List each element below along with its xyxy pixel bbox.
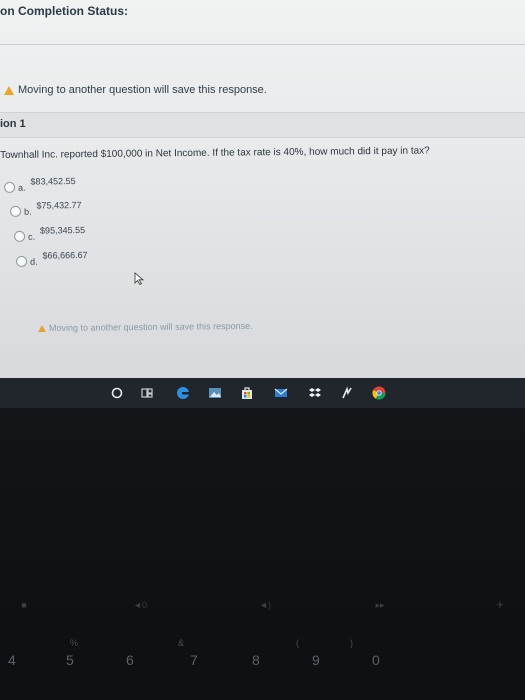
divider — [0, 44, 525, 45]
function-key: ▸▸ — [375, 600, 385, 610]
answer-option-a[interactable]: a. $83,452.55 — [4, 176, 76, 193]
save-warning-top: Moving to another question will save thi… — [4, 84, 267, 96]
task-view-icon[interactable] — [140, 386, 154, 400]
windows-taskbar — [0, 378, 525, 408]
function-key: ■ — [21, 600, 27, 610]
save-warning-bottom: Moving to another question will save thi… — [37, 320, 253, 334]
answer-option-c[interactable]: c. $95,345.55 — [14, 225, 85, 242]
dropbox-icon[interactable] — [308, 386, 322, 400]
keyboard-key: 5 — [66, 652, 74, 668]
option-letter: a. — [18, 182, 26, 193]
radio-button[interactable] — [16, 255, 28, 267]
keyboard-symbol: ) — [350, 638, 353, 648]
store-icon[interactable] — [240, 386, 254, 400]
keyboard-symbol: % — [70, 638, 79, 648]
completion-status-title: on Completion Status: — [0, 4, 128, 18]
mouse-cursor-icon — [134, 272, 144, 285]
warning-icon — [4, 85, 14, 95]
keyboard-key: 6 — [126, 652, 134, 668]
radio-button[interactable] — [10, 205, 22, 217]
answer-option-d[interactable]: d. $66,666.67 — [16, 250, 88, 267]
search-circle-icon[interactable] — [110, 386, 124, 400]
chrome-icon[interactable] — [372, 386, 386, 400]
save-warning-text: Moving to another question will save thi… — [48, 320, 253, 334]
radio-button[interactable] — [14, 230, 26, 242]
mail-icon[interactable] — [274, 386, 288, 400]
question-text: Townhall Inc. reported $100,000 in Net I… — [0, 145, 430, 161]
option-letter: d. — [30, 256, 38, 267]
warning-icon — [37, 324, 47, 332]
option-value: $66,666.67 — [42, 249, 88, 261]
option-value: $83,452.55 — [30, 175, 76, 187]
scribble-icon[interactable] — [340, 386, 354, 400]
keyboard-symbol: ( — [296, 638, 299, 648]
laptop-keyboard — [0, 408, 525, 700]
option-letter: c. — [28, 231, 36, 242]
option-letter: b. — [24, 206, 32, 217]
keyboard-key: 4 — [8, 652, 16, 668]
browser-page: on Completion Status: Moving to another … — [0, 0, 525, 378]
function-key: ✈ — [496, 600, 504, 610]
edge-icon[interactable] — [176, 386, 190, 400]
save-warning-text: Moving to another question will save thi… — [18, 84, 267, 96]
function-key: ◄0 — [133, 600, 147, 610]
option-value: $95,345.55 — [39, 224, 86, 236]
function-key: ◄) — [259, 600, 271, 610]
keyboard-key: 8 — [252, 652, 260, 668]
keyboard-symbol: & — [178, 638, 185, 648]
option-value: $75,432.77 — [36, 199, 82, 211]
photos-icon[interactable] — [208, 386, 222, 400]
question-number: ion 1 — [0, 118, 26, 130]
radio-button[interactable] — [4, 181, 16, 193]
answer-option-b[interactable]: b. $75,432.77 — [10, 200, 82, 217]
question-header-bar: ion 1 — [0, 112, 525, 138]
keyboard-key: 7 — [190, 652, 198, 668]
keyboard-key: 9 — [312, 652, 320, 668]
keyboard-key: 0 — [372, 652, 380, 668]
